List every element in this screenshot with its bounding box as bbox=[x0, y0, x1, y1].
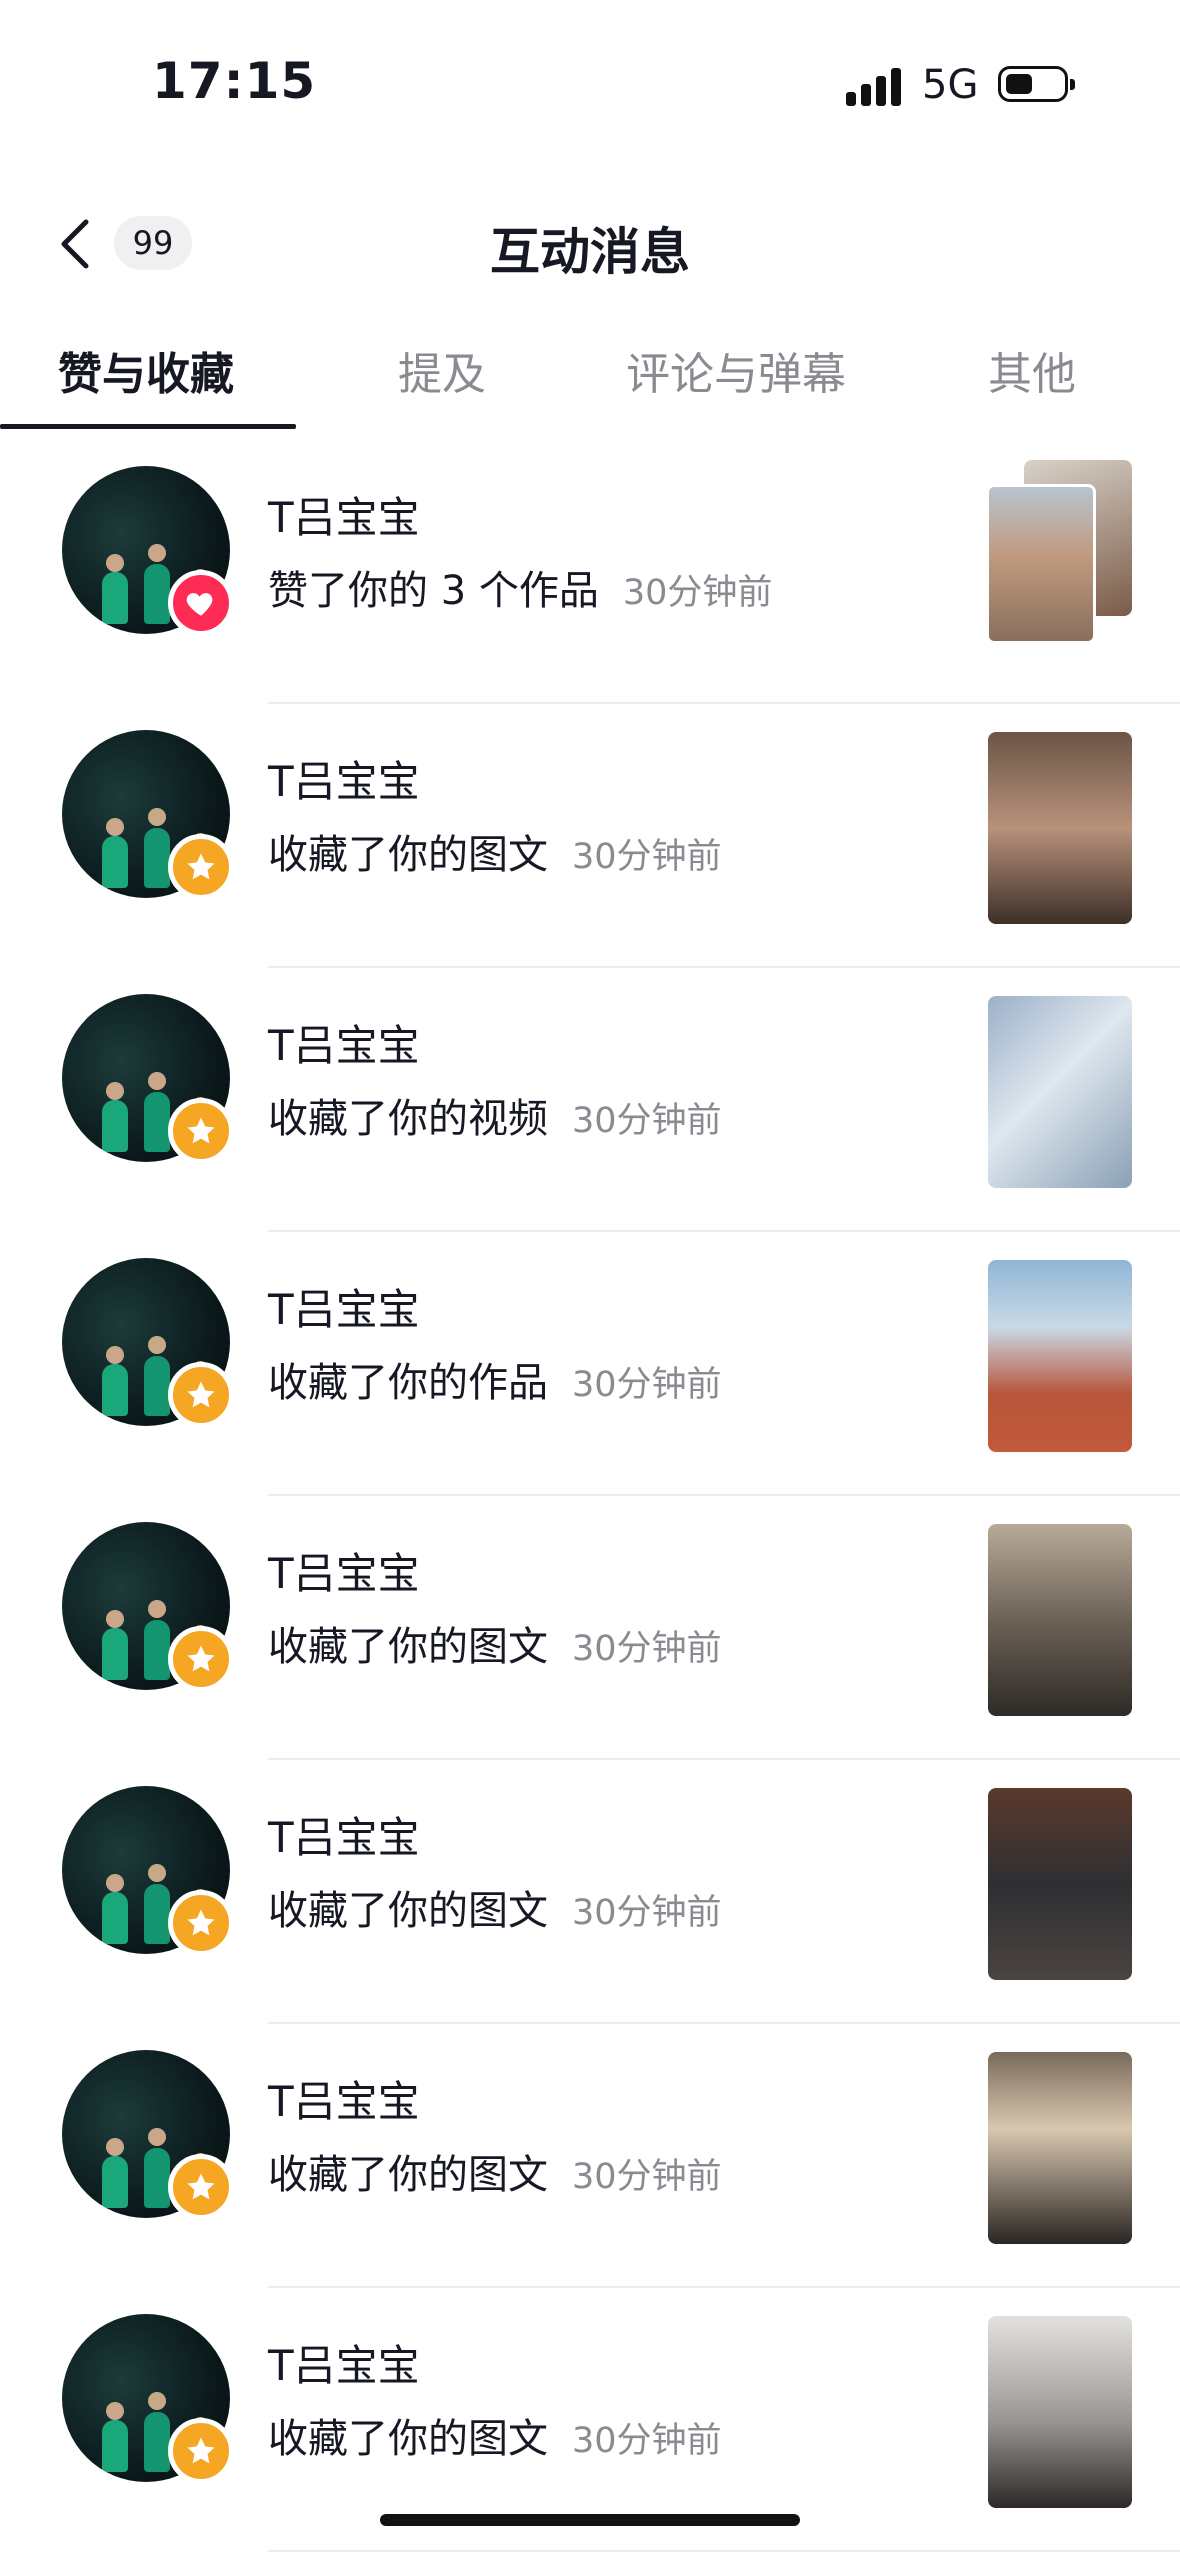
post-thumbnail[interactable] bbox=[986, 484, 1096, 644]
action-label: 收藏了你的图文 bbox=[268, 1888, 548, 1934]
star-icon bbox=[187, 2437, 215, 2464]
signal-icon bbox=[846, 66, 906, 106]
star-icon bbox=[187, 1381, 215, 1408]
tab-comments-danmaku[interactable]: 评论与弹幕 bbox=[626, 338, 846, 402]
heart-icon bbox=[186, 593, 213, 616]
post-thumbnail[interactable] bbox=[988, 2052, 1132, 2244]
timestamp: 30分钟前 bbox=[572, 1893, 722, 1933]
network-type: 5G bbox=[922, 62, 979, 108]
like-badge bbox=[168, 570, 234, 636]
active-tab-indicator bbox=[0, 424, 296, 429]
action-text: 收藏了你的视频 30分钟前 bbox=[268, 1086, 722, 1144]
action-label: 收藏了你的图文 bbox=[268, 1624, 548, 1670]
favorite-badge bbox=[168, 1362, 234, 1428]
notification-row[interactable]: T吕宝宝收藏了你的作品 30分钟前 bbox=[0, 1232, 1180, 1496]
action-text: 收藏了你的图文 30分钟前 bbox=[268, 822, 722, 880]
star-icon bbox=[187, 2173, 215, 2200]
tab-likes-favorites[interactable]: 赞与收藏 bbox=[58, 338, 234, 402]
notification-row[interactable]: T吕宝宝收藏了你的视频 30分钟前 bbox=[0, 968, 1180, 1232]
post-thumbnail[interactable] bbox=[988, 996, 1132, 1188]
favorite-badge bbox=[168, 1626, 234, 1692]
timestamp: 30分钟前 bbox=[572, 837, 722, 877]
chevron-left-icon bbox=[61, 219, 89, 269]
star-icon bbox=[187, 1645, 215, 1672]
status-time: 17:15 bbox=[152, 52, 317, 110]
user-name[interactable]: T吕宝宝 bbox=[268, 1804, 420, 1865]
user-name[interactable]: T吕宝宝 bbox=[268, 484, 420, 545]
notification-row[interactable]: T吕宝宝赞了你的 3 个作品 30分钟前 bbox=[0, 440, 1180, 704]
action-label: 收藏了你的图文 bbox=[268, 2416, 548, 2462]
tab-other[interactable]: 其他 bbox=[988, 338, 1076, 402]
back-button[interactable] bbox=[48, 214, 108, 274]
divider bbox=[268, 2550, 1180, 2552]
favorite-badge bbox=[168, 1890, 234, 1956]
timestamp: 30分钟前 bbox=[572, 1365, 722, 1405]
user-name[interactable]: T吕宝宝 bbox=[268, 1012, 420, 1073]
status-bar: 17:15 5G bbox=[0, 0, 1180, 170]
timestamp: 30分钟前 bbox=[622, 573, 773, 613]
home-indicator bbox=[380, 2514, 800, 2526]
post-thumbnail[interactable] bbox=[988, 1260, 1132, 1452]
post-thumbnail[interactable] bbox=[988, 732, 1132, 924]
user-name[interactable]: T吕宝宝 bbox=[268, 748, 420, 809]
favorite-badge bbox=[168, 1098, 234, 1164]
unread-count-badge[interactable]: 99 bbox=[114, 216, 192, 270]
post-thumbnail[interactable] bbox=[988, 1524, 1132, 1716]
notification-row[interactable]: T吕宝宝收藏了你的图文 30分钟前 bbox=[0, 2024, 1180, 2288]
action-label: 赞了你的 3 个作品 bbox=[268, 568, 599, 614]
favorite-badge bbox=[168, 2418, 234, 2484]
timestamp: 30分钟前 bbox=[572, 2421, 722, 2461]
post-thumbnail[interactable] bbox=[988, 1788, 1132, 1980]
action-label: 收藏了你的作品 bbox=[268, 1360, 548, 1406]
notification-row[interactable]: T吕宝宝收藏了你的图文 30分钟前 bbox=[0, 1496, 1180, 1760]
user-name[interactable]: T吕宝宝 bbox=[268, 1540, 420, 1601]
notification-row[interactable]: T吕宝宝收藏了你的图文 30分钟前 bbox=[0, 1760, 1180, 2024]
user-name[interactable]: T吕宝宝 bbox=[268, 2068, 420, 2129]
action-text: 收藏了你的图文 30分钟前 bbox=[268, 2142, 722, 2200]
user-name[interactable]: T吕宝宝 bbox=[268, 2332, 420, 2393]
star-icon bbox=[187, 1909, 215, 1936]
timestamp: 30分钟前 bbox=[572, 1629, 722, 1669]
action-text: 收藏了你的图文 30分钟前 bbox=[268, 2406, 722, 2464]
star-icon bbox=[187, 1117, 215, 1144]
action-text: 收藏了你的图文 30分钟前 bbox=[268, 1614, 722, 1672]
timestamp: 30分钟前 bbox=[572, 2157, 722, 2197]
notification-row[interactable]: T吕宝宝收藏了你的图文 30分钟前 bbox=[0, 2288, 1180, 2552]
action-label: 收藏了你的视频 bbox=[268, 1096, 548, 1142]
notification-row[interactable]: T吕宝宝收藏了你的图文 30分钟前 bbox=[0, 704, 1180, 968]
header: 互动消息 99 bbox=[0, 190, 1180, 300]
action-label: 收藏了你的图文 bbox=[268, 832, 548, 878]
battery-icon bbox=[998, 66, 1075, 102]
post-thumbnail[interactable] bbox=[988, 2316, 1132, 2508]
favorite-badge bbox=[168, 2154, 234, 2220]
star-icon bbox=[187, 853, 215, 880]
action-text: 赞了你的 3 个作品 30分钟前 bbox=[268, 558, 772, 616]
action-text: 收藏了你的图文 30分钟前 bbox=[268, 1878, 722, 1936]
user-name[interactable]: T吕宝宝 bbox=[268, 1276, 420, 1337]
timestamp: 30分钟前 bbox=[572, 1101, 722, 1141]
tab-mentions[interactable]: 提及 bbox=[398, 338, 486, 402]
tab-bar: 赞与收藏 提及 评论与弹幕 其他 bbox=[0, 330, 1180, 430]
favorite-badge bbox=[168, 834, 234, 900]
action-label: 收藏了你的图文 bbox=[268, 2152, 548, 2198]
action-text: 收藏了你的作品 30分钟前 bbox=[268, 1350, 722, 1408]
